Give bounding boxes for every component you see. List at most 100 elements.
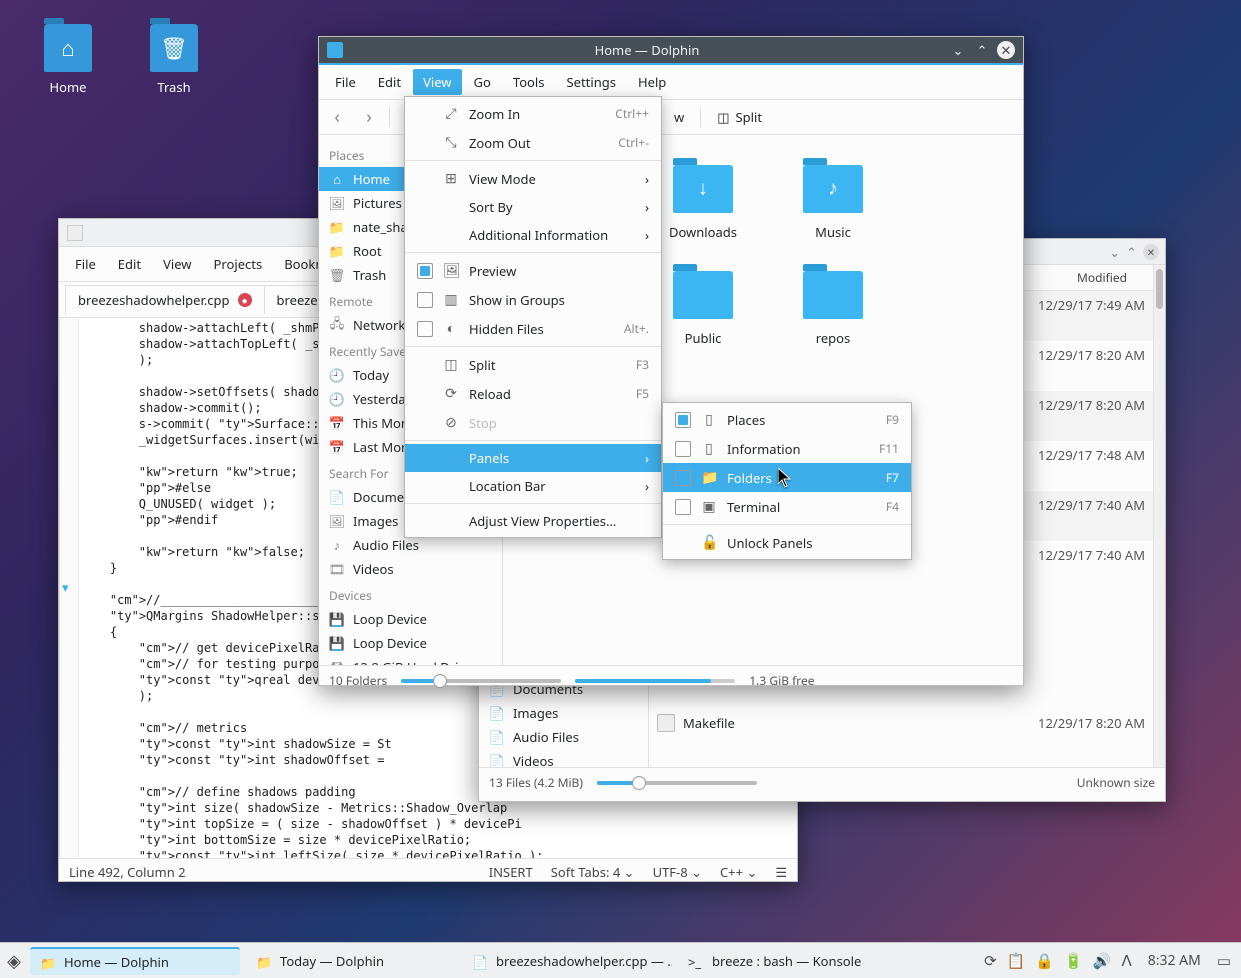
column-header-modified[interactable]: Modified: [1077, 269, 1127, 286]
folder-item[interactable]: Public: [663, 271, 743, 347]
sidebar-item[interactable]: 🖴12.8 GiB Hard Drive: [319, 655, 502, 665]
modified-date: 12/29/17 7:40 AM: [1015, 496, 1145, 536]
minimize-button[interactable]: ⌄: [1109, 243, 1120, 261]
application-launcher[interactable]: ◈: [0, 947, 28, 975]
menu-item[interactable]: Panels›: [405, 444, 661, 472]
minimize-button[interactable]: ⌄: [949, 41, 967, 59]
menu-item[interactable]: ▣TerminalF4: [663, 492, 911, 521]
task-icon: 📄: [472, 953, 488, 969]
sidebar-item-icon: 🕘: [329, 367, 345, 383]
maximize-button[interactable]: ⌃: [973, 41, 991, 59]
sidebar-item[interactable]: 📄Videos: [479, 749, 648, 767]
menu-item[interactable]: ⤢Zoom InCtrl++: [405, 99, 661, 128]
menu-item[interactable]: ⤡Zoom OutCtrl+-: [405, 128, 661, 157]
language[interactable]: C++ ⌄: [720, 863, 757, 881]
close-button[interactable]: ✕: [997, 41, 1015, 59]
menu-item-label: Places: [727, 411, 876, 429]
folder-icon: ♪: [803, 165, 863, 213]
menu-item-label: Information: [727, 440, 869, 458]
taskbar-task[interactable]: >_breeze : bash — Konsole: [678, 947, 888, 975]
menu-item[interactable]: Sort By›: [405, 193, 661, 221]
menu-edit[interactable]: Edit: [108, 251, 151, 277]
zoom-slider[interactable]: [401, 679, 561, 683]
menu-item-icon: ▥: [443, 290, 459, 309]
menu-item-label: Adjust View Properties…: [469, 512, 649, 530]
scrollbar[interactable]: [1153, 265, 1165, 767]
tray-expand-icon[interactable]: ᐱ: [1121, 951, 1131, 971]
sidebar-item[interactable]: 📄Images: [479, 701, 648, 725]
menu-item[interactable]: ▯InformationF11: [663, 434, 911, 463]
menu-item-icon: ⤡: [443, 133, 459, 152]
menu-file[interactable]: File: [325, 69, 366, 95]
forward-button[interactable]: ›: [357, 105, 381, 129]
menu-item[interactable]: ⊞View Mode›: [405, 164, 661, 193]
unknown-button[interactable]: w: [666, 104, 692, 130]
sidebar-item-label: 12.8 GiB Hard Drive: [353, 658, 472, 665]
lock-icon[interactable]: 🔒: [1035, 951, 1054, 971]
menu-view[interactable]: View: [153, 251, 201, 277]
menu-go[interactable]: Go: [464, 69, 501, 95]
task-icon: >_: [688, 953, 704, 969]
menu-item-label: Show in Groups: [469, 291, 649, 309]
menu-item[interactable]: ◫SplitF3: [405, 350, 661, 379]
menu-item[interactable]: Location Bar›: [405, 472, 661, 500]
menu-edit[interactable]: Edit: [368, 69, 411, 95]
menu-settings[interactable]: Settings: [557, 69, 626, 95]
menu-file[interactable]: File: [65, 251, 106, 277]
menu-item[interactable]: 🖼Preview: [405, 256, 661, 285]
sidebar-item-icon: 📄: [489, 705, 505, 721]
taskbar-task[interactable]: 📄breezeshadowhelper.cpp — ...: [462, 947, 672, 975]
show-desktop-icon[interactable]: ▭: [1217, 951, 1231, 971]
sidebar-item-label: Audio Files: [353, 536, 419, 554]
view-menu[interactable]: ⤢Zoom InCtrl++⤡Zoom OutCtrl+- ⊞View Mode›…: [404, 96, 662, 538]
taskbar-task[interactable]: 📁Home — Dolphin: [30, 947, 240, 975]
folder-item[interactable]: ♪Music: [793, 165, 873, 241]
menu-item[interactable]: Additional Information›: [405, 221, 661, 249]
sidebar-item-icon: 📅: [329, 439, 345, 455]
close-button[interactable]: ✕: [1143, 244, 1159, 260]
sidebar-item[interactable]: 🎞Videos: [319, 557, 502, 581]
list-item[interactable]: Makefile 12/29/17 8:20 AM: [649, 709, 1153, 737]
update-icon[interactable]: ⟳: [984, 951, 997, 971]
encoding[interactable]: UTF-8 ⌄: [653, 863, 702, 881]
folder-item[interactable]: repos: [793, 271, 873, 347]
maximize-button[interactable]: ⌃: [1126, 243, 1137, 261]
menu-help[interactable]: Help: [628, 69, 676, 95]
menu-item[interactable]: ◐Hidden FilesAlt+.: [405, 314, 661, 343]
desktop-icon-home[interactable]: ⌂ Home: [28, 24, 108, 96]
tab-file-0[interactable]: breezeshadowhelper.cpp ●: [65, 285, 265, 314]
taskbar-task[interactable]: 📁Today — Dolphin: [246, 947, 456, 975]
tab-mode[interactable]: Soft Tabs: 4 ⌄: [551, 863, 635, 881]
submenu-arrow-icon: ›: [639, 198, 649, 216]
panels-submenu[interactable]: ▯PlacesF9▯InformationF11📁FoldersF7▣Termi…: [662, 402, 912, 560]
clipboard-icon[interactable]: 📋: [1007, 951, 1026, 971]
sidebar-section-title: Devices: [319, 581, 502, 607]
sidebar-item[interactable]: 💾Loop Device: [319, 631, 502, 655]
menu-item[interactable]: Adjust View Properties…: [405, 507, 661, 535]
sidebar-item-label: Home: [353, 170, 390, 188]
clock[interactable]: 8:32 AM: [1142, 951, 1207, 970]
menu-item[interactable]: 📁FoldersF7: [663, 463, 911, 492]
menu-item-label: Location Bar: [469, 477, 629, 495]
menu-tools[interactable]: Tools: [503, 69, 555, 95]
menu-projects[interactable]: Projects: [204, 251, 273, 277]
back-button[interactable]: ‹: [325, 105, 349, 129]
split-button[interactable]: ◫ Split: [709, 104, 770, 130]
battery-icon[interactable]: 🔋: [1064, 951, 1083, 971]
menu-item[interactable]: 🔓Unlock Panels: [663, 528, 911, 557]
menu-button[interactable]: ☰: [775, 863, 787, 881]
zoom-slider[interactable]: [597, 781, 757, 785]
volume-icon[interactable]: 🔊: [1093, 951, 1112, 971]
titlebar[interactable]: Home — Dolphin ⌄ ⌃ ✕: [319, 37, 1023, 65]
menu-view[interactable]: View: [413, 69, 461, 95]
menu-item[interactable]: ⟳ReloadF5: [405, 379, 661, 408]
sidebar-item-icon: 🗑: [329, 267, 345, 283]
folder-item[interactable]: ↓Downloads: [663, 165, 743, 241]
sidebar-item-icon: 🖼: [329, 195, 345, 211]
sidebar-item[interactable]: 💾Loop Device: [319, 607, 502, 631]
menu-item[interactable]: ▥ Show in Groups: [405, 285, 661, 314]
sidebar-item-icon: 💾: [329, 635, 345, 651]
desktop-icon-trash[interactable]: 🗑 Trash: [134, 24, 214, 96]
menu-item[interactable]: ▯PlacesF9: [663, 405, 911, 434]
sidebar-item[interactable]: 📄Audio Files: [479, 725, 648, 749]
